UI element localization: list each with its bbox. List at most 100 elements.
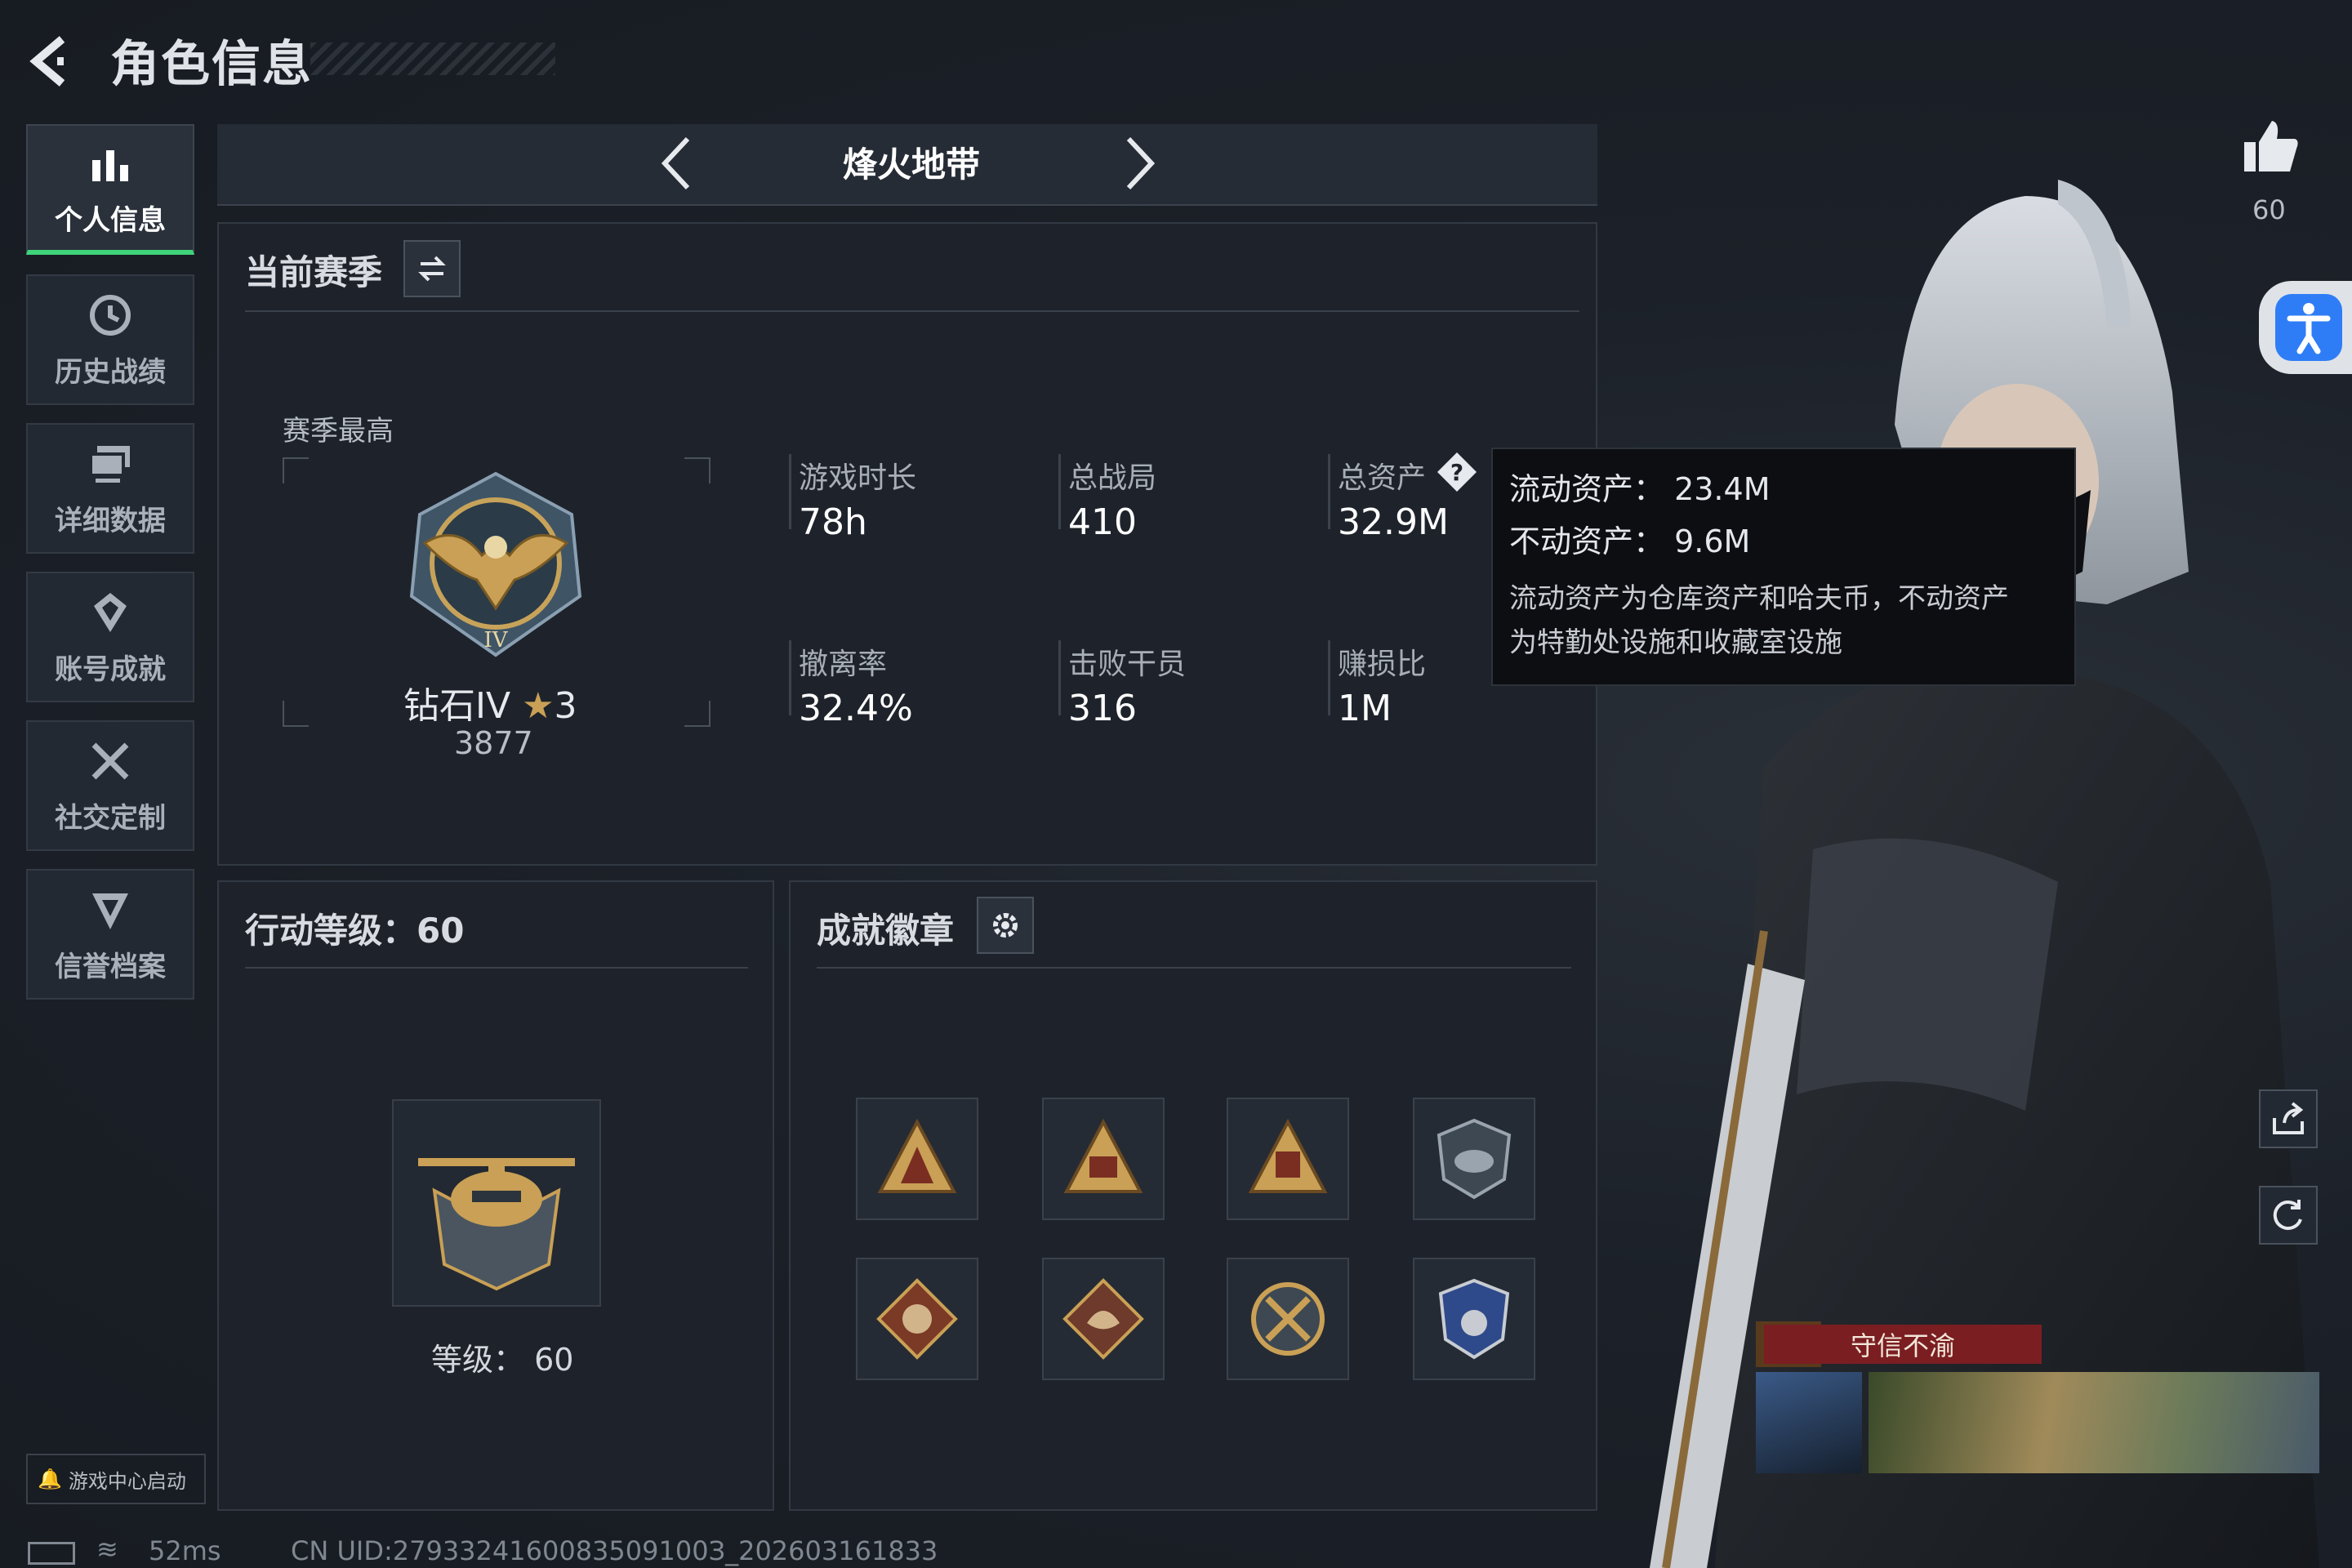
level-text: 等级： 60 <box>431 1342 574 1378</box>
frame-corner <box>283 457 309 483</box>
tooltip-fixed-assets: 不动资产： 9.6M <box>1509 523 1751 559</box>
badge-triangle-57[interactable] <box>1227 1098 1349 1220</box>
badge-triangle-sb[interactable] <box>1042 1098 1165 1220</box>
police-star-badge-icon <box>1438 1278 1510 1360</box>
title-decoration <box>310 42 555 75</box>
sidebar-item-label: 账号成就 <box>55 653 166 686</box>
season-best-label: 赛季最高 <box>283 415 394 448</box>
sidebar-item-label: 信誉档案 <box>55 950 166 983</box>
helicopter-shield-badge-icon <box>1437 1118 1512 1200</box>
wolf-diamond-badge-icon <box>876 1278 958 1360</box>
stat-value-extract-rate: 32.4% <box>799 688 913 729</box>
chevron-left-icon[interactable] <box>647 131 712 196</box>
rank-score: 3877 <box>454 725 533 761</box>
frame-corner <box>684 457 710 483</box>
svg-text:IV: IV <box>483 628 508 653</box>
stat-value-total-assets: 32.9M <box>1338 501 1449 543</box>
sidebar-item-label: 历史战绩 <box>55 355 166 389</box>
title-divider <box>245 967 748 969</box>
sidebar-item-achievements[interactable]: 账号成就 <box>26 572 194 702</box>
game-center-button[interactable]: 🔔 游戏中心启动 <box>26 1454 206 1504</box>
title-divider <box>817 967 1571 969</box>
game-center-label: 游戏中心启动 <box>68 1469 186 1493</box>
sidebar-item-detail-data[interactable]: 详细数据 <box>26 423 194 554</box>
battery-icon <box>28 1542 75 1565</box>
level-panel-title: 行动等级：60 <box>245 911 465 951</box>
stat-divider <box>789 454 791 529</box>
share-icon <box>2273 1102 2304 1134</box>
stat-value-kills: 316 <box>1068 688 1137 729</box>
tooltip-desc-line2: 为特勤处设施和收藏室设施 <box>1509 626 1842 659</box>
wifi-icon: ≋ <box>96 1534 118 1565</box>
stat-label-playtime: 游戏时长 <box>799 461 917 495</box>
sidebar-item-label: 详细数据 <box>55 504 166 537</box>
chevron-right-icon[interactable] <box>1104 131 1169 196</box>
stat-label-total-assets: 总资产 <box>1338 461 1427 495</box>
credit-shield-icon <box>92 893 128 929</box>
sidebar-item-personal-info[interactable]: 个人信息 <box>26 124 194 255</box>
sidebar-item-label: 社交定制 <box>55 801 166 835</box>
level-emblem-frame <box>392 1099 601 1307</box>
stat-divider <box>1058 454 1061 529</box>
stat-label-kills: 击败干员 <box>1068 648 1187 681</box>
accessibility-icon <box>2275 294 2342 361</box>
badges-panel-title: 成就徽章 <box>817 911 955 951</box>
frame-corner <box>283 701 309 727</box>
mode-title: 烽火地带 <box>842 145 980 185</box>
rotate-button[interactable] <box>2259 1186 2318 1245</box>
stat-label-extract-rate: 撤离率 <box>799 648 888 681</box>
rotate-icon <box>2273 1200 2302 1231</box>
page-title: 角色信息 <box>110 36 313 93</box>
diamond-rank-emblem-icon: IV <box>409 471 582 657</box>
tooltip-liquid-assets: 流动资产： 23.4M <box>1509 471 1771 507</box>
stat-label-profit-ratio: 赚损比 <box>1338 648 1427 681</box>
stat-value-playtime: 78h <box>799 501 867 543</box>
rank-name: 钻石IV ★3 <box>403 676 577 728</box>
title-banner: 守信不渝 <box>1764 1325 2042 1364</box>
stat-value-total-matches: 410 <box>1068 501 1137 543</box>
clock-history-icon <box>90 294 131 336</box>
triangle-sb-badge-icon <box>1063 1118 1143 1193</box>
monitor-stack-icon <box>89 445 130 483</box>
stat-value-profit-ratio: 1M <box>1338 688 1392 729</box>
tooltip-desc-line1: 流动资产为仓库资产和哈夫币，不动资产 <box>1509 582 2009 615</box>
rank-tier: 钻石IV <box>403 685 511 727</box>
accessibility-tab[interactable] <box>2259 281 2352 374</box>
bar-chart-icon <box>92 149 128 181</box>
svg-text:?: ? <box>1450 459 1463 486</box>
badge-triangle-soldiers[interactable] <box>856 1098 978 1220</box>
stat-divider <box>1328 454 1330 529</box>
share-button[interactable] <box>2259 1089 2318 1148</box>
frame-corner <box>684 701 710 727</box>
badge-crossed-target[interactable] <box>1227 1258 1349 1380</box>
sidebar-item-history[interactable]: 历史战绩 <box>26 274 194 405</box>
stat-label-total-matches: 总战局 <box>1068 461 1157 495</box>
badge-settings-button[interactable] <box>977 897 1034 954</box>
gear-icon <box>993 913 1018 938</box>
badge-dragon-diamond[interactable] <box>1042 1258 1165 1380</box>
back-arrow-icon[interactable] <box>24 33 90 90</box>
title-divider <box>245 310 1579 312</box>
uid-text: CN UID:2793324160083509100З_202603161833 <box>291 1535 938 1566</box>
dragon-diamond-badge-icon <box>1062 1278 1144 1360</box>
season-panel-title: 当前赛季 <box>245 252 383 292</box>
help-icon[interactable]: ? <box>1434 449 1480 495</box>
stat-divider <box>1058 640 1061 715</box>
crossed-target-badge-icon <box>1251 1282 1325 1356</box>
star-icon: ★ <box>522 685 555 727</box>
achievement-emblem-icon <box>94 592 127 632</box>
badge-police-star[interactable] <box>1413 1258 1535 1380</box>
stat-divider <box>1328 640 1330 715</box>
badge-wolf-diamond[interactable] <box>856 1258 978 1380</box>
badge-helicopter-shield[interactable] <box>1413 1098 1535 1220</box>
sidebar-item-label: 个人信息 <box>55 203 166 237</box>
card-background-image <box>1869 1372 2319 1473</box>
thumbs-up-icon[interactable] <box>2238 114 2303 180</box>
sidebar-item-credit[interactable]: 信誉档案 <box>26 869 194 1000</box>
likes-count: 60 <box>2252 194 2286 225</box>
swap-arrows-icon <box>418 256 446 282</box>
sidebar-item-social-custom[interactable]: 社交定制 <box>26 720 194 851</box>
triangle-soldiers-badge-icon <box>877 1118 957 1193</box>
season-switch-button[interactable] <box>403 240 461 297</box>
player-avatar <box>1756 1372 1862 1473</box>
